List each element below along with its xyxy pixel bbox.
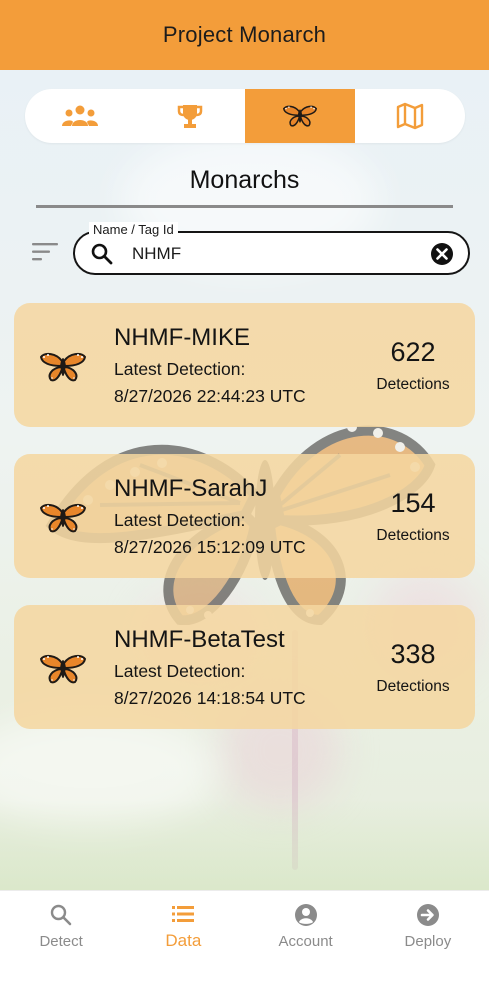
search-field[interactable]: Name / Tag Id — [73, 222, 470, 275]
detection-count-label: Detections — [376, 376, 450, 393]
latest-detection-time: 8/27/2026 22:44:23 UTC — [114, 386, 306, 406]
search-icon — [50, 904, 72, 926]
clear-search-icon[interactable] — [430, 242, 454, 266]
nav-item-account[interactable]: Account — [245, 891, 367, 1000]
nav-item-label: Account — [278, 933, 333, 950]
butterfly-icon — [40, 503, 86, 533]
search-input[interactable] — [132, 243, 422, 265]
latest-detection-label: Latest Detection: — [114, 510, 246, 530]
view-tabs — [25, 89, 465, 143]
bottom-navigation: Detect Data Account Deploy — [0, 890, 489, 1000]
search-field-label: Name / Tag Id — [89, 222, 178, 237]
nav-item-label: Data — [165, 931, 202, 950]
latest-detection-label: Latest Detection: — [114, 661, 246, 681]
detection-count: 338 — [390, 639, 436, 669]
butterfly-icon — [283, 105, 317, 127]
monarch-name: NHMF-BetaTest — [114, 626, 285, 653]
monarch-name: NHMF-MIKE — [114, 324, 250, 351]
section-title: Monarchs — [189, 166, 300, 194]
monarch-name: NHMF-SarahJ — [114, 475, 268, 502]
account-icon — [294, 904, 317, 926]
title-divider — [36, 205, 453, 208]
app-header: Project Monarch — [0, 0, 489, 70]
detection-count-label: Detections — [376, 678, 450, 695]
latest-detection-time: 8/27/2026 15:12:09 UTC — [114, 537, 306, 557]
latest-detection-time: 8/27/2026 14:18:54 UTC — [114, 688, 306, 708]
latest-detection-label: Latest Detection: — [114, 359, 246, 379]
tab-leaderboard[interactable] — [135, 89, 245, 143]
nav-item-label: Detect — [39, 933, 83, 950]
butterfly-icon — [40, 654, 86, 684]
butterfly-icon — [40, 352, 86, 382]
app-title: Project Monarch — [162, 22, 327, 47]
nav-item-detect[interactable]: Detect — [0, 891, 122, 1000]
search-icon — [91, 243, 113, 265]
arrow-right-circle-icon — [416, 904, 439, 926]
detection-count: 154 — [390, 488, 436, 518]
tab-map[interactable] — [355, 89, 465, 143]
monarch-card[interactable]: NHMF-BetaTest Latest Detection: 8/27/202… — [14, 605, 475, 729]
sort-filter-icon[interactable] — [31, 242, 59, 262]
map-icon — [396, 102, 424, 130]
group-icon — [62, 105, 98, 126]
nav-item-label: Deploy — [404, 933, 452, 950]
detection-count: 622 — [390, 337, 436, 367]
monarch-card[interactable]: NHMF-SarahJ Latest Detection: 8/27/2026 … — [14, 454, 475, 578]
monarch-card[interactable]: NHMF-MIKE Latest Detection: 8/27/2026 22… — [14, 303, 475, 427]
list-icon — [172, 906, 195, 922]
tab-monarchs[interactable] — [245, 89, 355, 143]
trophy-icon — [177, 105, 203, 128]
nav-item-deploy[interactable]: Deploy — [367, 891, 489, 1000]
nav-item-data[interactable]: Data — [122, 891, 244, 1000]
tab-groups[interactable] — [25, 89, 135, 143]
detection-count-label: Detections — [376, 527, 450, 544]
